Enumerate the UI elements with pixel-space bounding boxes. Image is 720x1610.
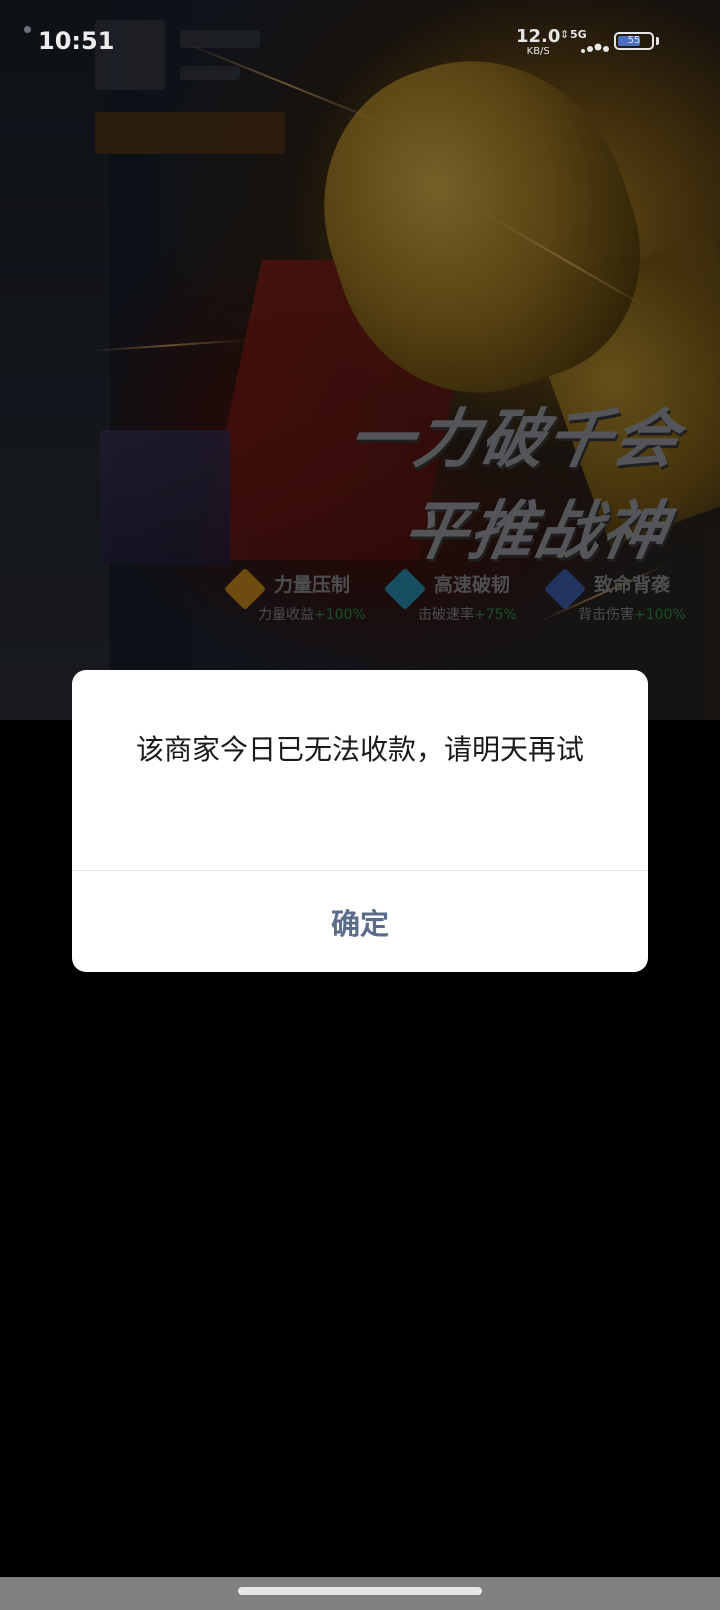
battery-level: 55 (627, 35, 641, 46)
alert-dialog: 该商家今日已无法收款，请明天再试 确定 (72, 670, 648, 972)
network-speed: 12.0 KB/S (516, 28, 560, 57)
data-arrows-icon: ⇕ (560, 28, 570, 41)
signal-bars-icon (581, 43, 609, 53)
signal-icon: ⇕ 5G (560, 28, 612, 53)
network-speed-unit: KB/S (526, 46, 550, 57)
network-speed-value: 12.0 (516, 26, 561, 47)
camera-dot (24, 26, 31, 33)
confirm-button[interactable]: 确定 (72, 871, 648, 972)
dialog-message: 该商家今日已无法收款，请明天再试 (135, 733, 584, 766)
status-time: 10:51 (38, 27, 115, 55)
home-indicator[interactable] (238, 1587, 482, 1595)
status-bar: 10:51 12.0 KB/S ⇕ 5G 55 (0, 0, 720, 80)
battery-tip (656, 37, 659, 45)
battery-icon: 55 (614, 32, 654, 50)
